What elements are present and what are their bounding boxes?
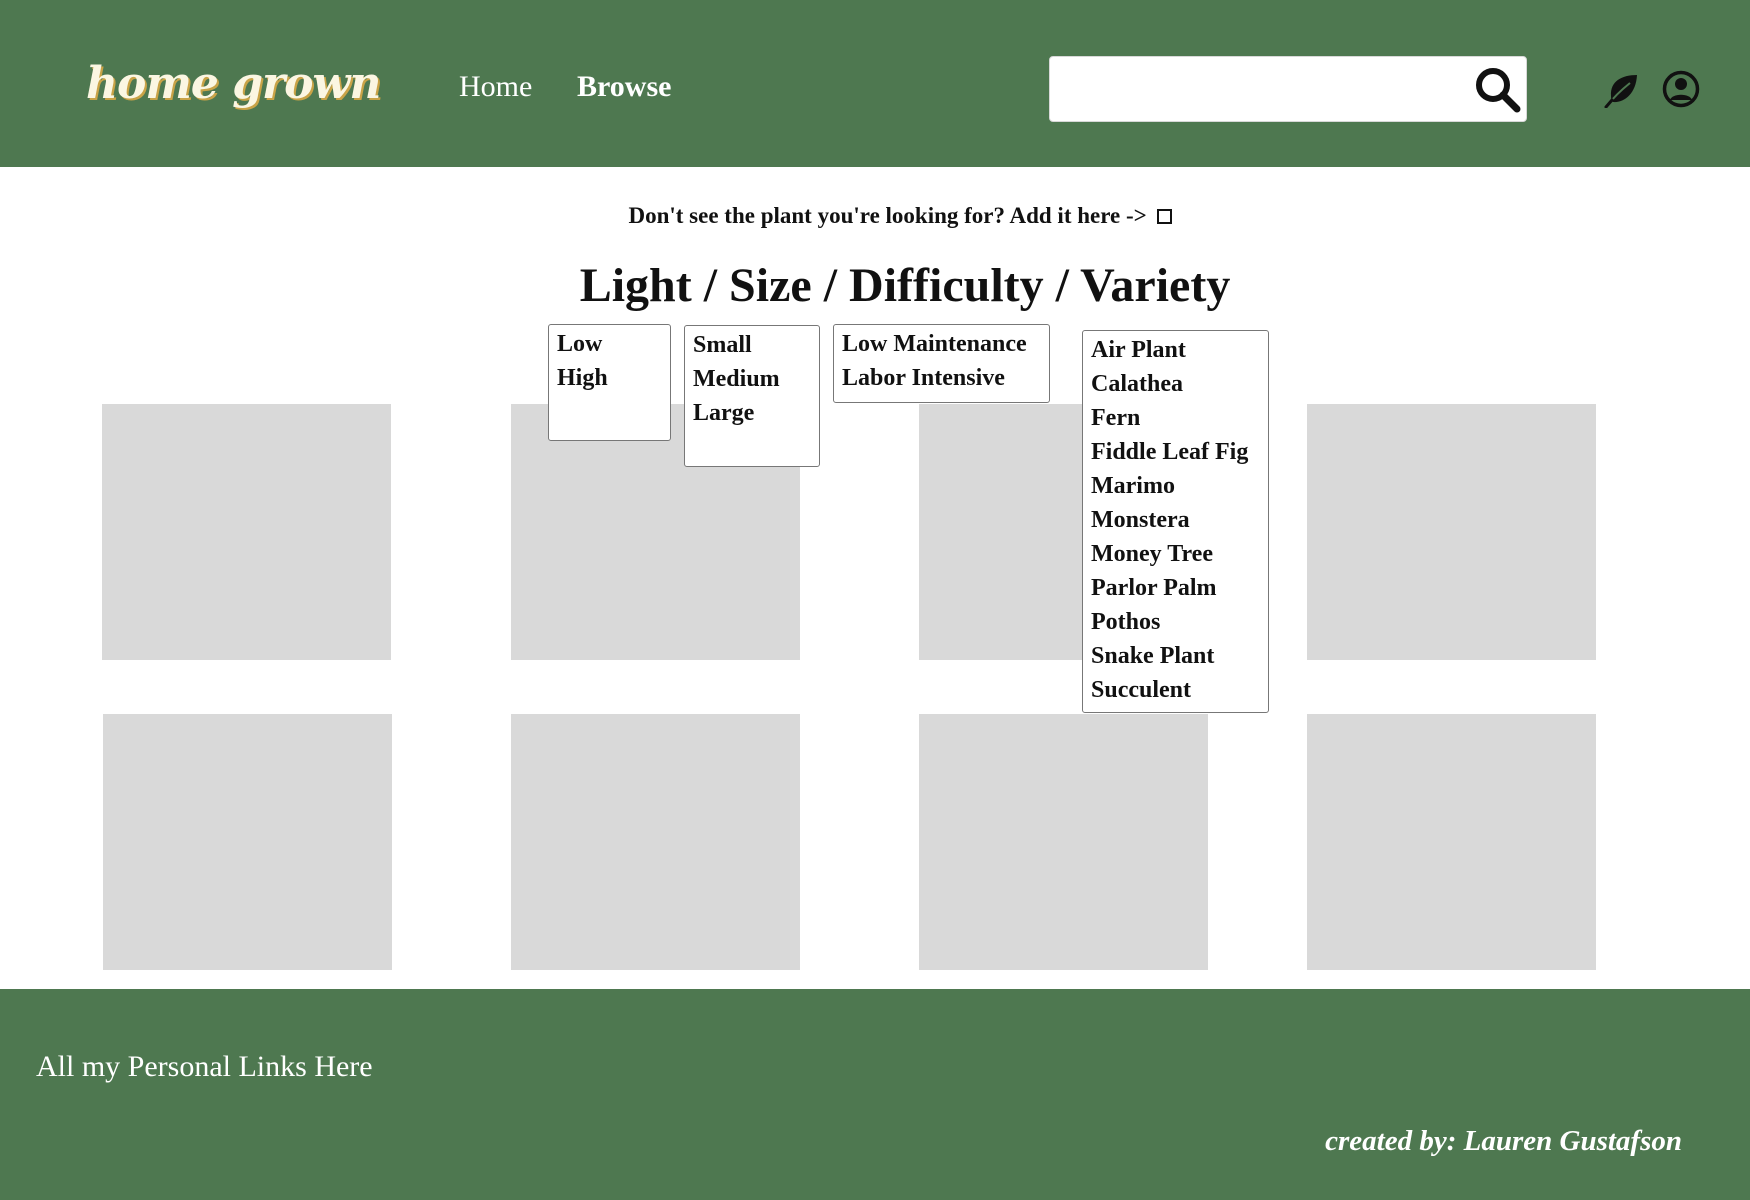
size-option[interactable]: Small xyxy=(693,328,811,362)
add-plant-prompt: Don't see the plant you're looking for? … xyxy=(0,203,1750,229)
add-plant-prompt-text: Don't see the plant you're looking for? … xyxy=(628,203,1147,228)
search-icon[interactable] xyxy=(1473,65,1521,113)
add-plant-checkbox[interactable] xyxy=(1156,208,1172,224)
size-filter-list[interactable]: Small Medium Large xyxy=(684,325,820,467)
footer-links[interactable]: All my Personal Links Here xyxy=(36,1050,373,1084)
site-footer xyxy=(0,989,1750,1200)
difficulty-option[interactable]: Labor Intensive xyxy=(842,361,1041,395)
variety-option[interactable]: Snake Plant xyxy=(1091,639,1260,673)
footer-credit: created by: Lauren Gustafson xyxy=(1325,1125,1682,1157)
filter-title: Light / Size / Difficulty / Variety xyxy=(579,259,1231,312)
variety-option[interactable]: Air Plant xyxy=(1091,333,1260,367)
difficulty-filter-list[interactable]: Low Maintenance Labor Intensive xyxy=(833,324,1050,403)
plant-card[interactable] xyxy=(919,714,1208,970)
light-option[interactable]: High xyxy=(557,361,662,395)
user-icon[interactable] xyxy=(1662,70,1700,108)
light-filter-list[interactable]: Low High xyxy=(548,324,671,441)
nav-browse-link[interactable]: Browse xyxy=(577,70,671,104)
size-option[interactable]: Large xyxy=(693,396,811,430)
variety-option[interactable]: Money Tree xyxy=(1091,537,1260,571)
plant-card[interactable] xyxy=(103,714,392,970)
difficulty-option[interactable]: Low Maintenance xyxy=(842,327,1041,361)
variety-option[interactable]: Fiddle Leaf Fig xyxy=(1091,435,1260,469)
nav-home-link[interactable]: Home xyxy=(459,70,532,104)
plant-card[interactable] xyxy=(511,714,800,970)
plant-card[interactable] xyxy=(102,404,391,660)
variety-option[interactable]: Calathea xyxy=(1091,367,1260,401)
variety-option[interactable]: Pothos xyxy=(1091,605,1260,639)
search-bar xyxy=(1049,56,1527,122)
variety-filter-list[interactable]: Air Plant Calathea Fern Fiddle Leaf Fig … xyxy=(1082,330,1269,713)
variety-option[interactable]: Fern xyxy=(1091,401,1260,435)
variety-option[interactable]: Marimo xyxy=(1091,469,1260,503)
leaf-icon[interactable] xyxy=(1604,72,1640,108)
variety-option[interactable]: Succulent xyxy=(1091,673,1260,707)
search-input[interactable] xyxy=(1062,67,1462,111)
plant-card[interactable] xyxy=(1307,714,1596,970)
plant-card[interactable] xyxy=(1307,404,1596,660)
size-option[interactable]: Medium xyxy=(693,362,811,396)
site-logo[interactable]: home grown xyxy=(86,58,381,109)
variety-option[interactable]: Parlor Palm xyxy=(1091,571,1260,605)
light-option[interactable]: Low xyxy=(557,327,662,361)
variety-option[interactable]: Monstera xyxy=(1091,503,1260,537)
